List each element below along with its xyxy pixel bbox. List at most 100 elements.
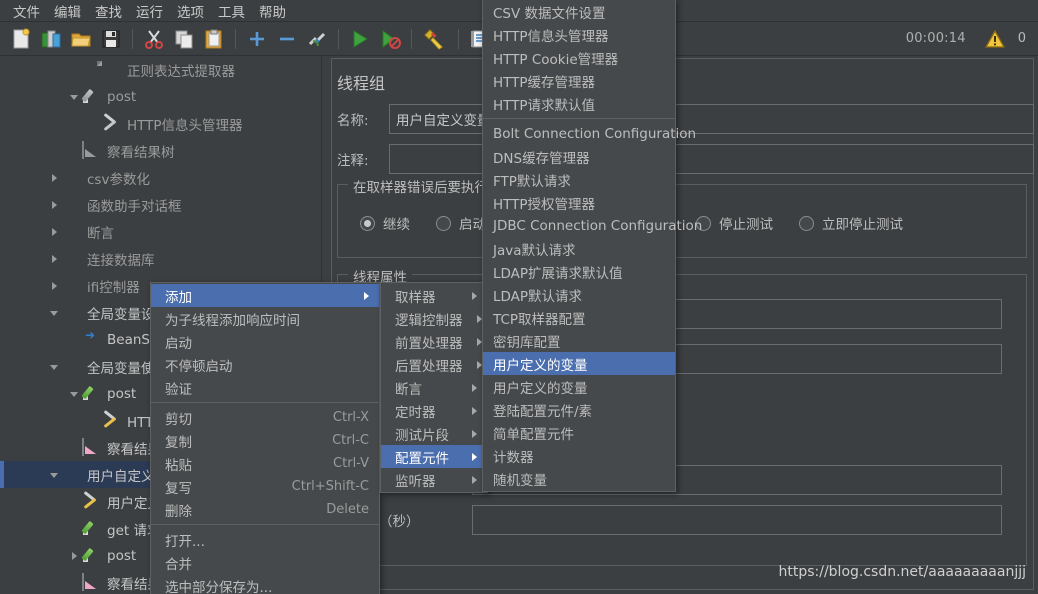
config-submenu-item-15[interactable]: 密钥库配置 [483,329,675,352]
paste-icon[interactable] [199,25,229,53]
config-submenu-item-2[interactable]: HTTP Cookie管理器 [483,46,675,69]
chevron-right-icon[interactable] [48,171,62,185]
context-menu-item-2[interactable]: 启动 [151,330,379,353]
config-submenu-item-21[interactable]: 随机变量 [483,467,675,490]
start-icon[interactable] [345,25,375,53]
chevron-down-icon[interactable] [48,360,62,374]
config-submenu-item-0[interactable]: CSV 数据文件设置 [483,0,675,23]
config-submenu-item-10[interactable]: JDBC Connection Configuration [483,214,702,237]
config-submenu-item-14[interactable]: TCP取样器配置 [483,306,675,329]
add-submenu-item-6[interactable]: 测试片段 [381,422,487,445]
warning-icon[interactable] [980,25,1010,53]
context-menu-item-13[interactable]: 合并 [151,551,379,574]
add-submenu-item-0[interactable]: 取样器 [381,284,487,307]
error-action-radio-0[interactable] [360,215,375,231]
context-menu-item-9[interactable]: 复写 Ctrl+Shift-C [151,475,379,498]
add-submenu-item-7[interactable]: 配置元件 [381,445,487,468]
start-no-pauses-icon[interactable] [375,25,405,53]
config-submenu-item-11[interactable]: Java默认请求 [483,237,675,260]
menubar-item-3[interactable]: 运行 [129,0,170,23]
context-menu-item-12[interactable]: 打开... [151,528,379,551]
context-menu-item-14[interactable]: 选中部分保存为... [151,574,379,594]
clear-icon[interactable] [418,25,452,53]
add-submenu-item-8[interactable]: 监听器 [381,468,487,491]
delay-input[interactable] [472,505,1002,535]
error-action-radio-1[interactable] [436,215,451,231]
tree-item-2[interactable]: HTTP信息头管理器 [0,110,321,137]
tree-item-label: 察看结果树 [107,144,175,161]
tree-item-3[interactable]: 察看结果树 [0,137,321,164]
context-menu-item-10[interactable]: 删除 Delete [151,498,379,521]
tree-item-1[interactable]: post [0,83,321,110]
tree-item-label: post [107,385,137,402]
context-menu-item-7[interactable]: 复制 Ctrl-C [151,429,379,452]
menubar-item-6[interactable]: 帮助 [252,0,293,23]
config-element-submenu[interactable]: CSV 数据文件设置 HTTP信息头管理器 HTTP Cookie管理器 HTTP缓存… [482,0,702,492]
menubar-item-5[interactable]: 工具 [211,0,252,23]
config-submenu-item-19[interactable]: 简单配置元件 [483,421,675,444]
config-submenu-item-6[interactable]: Bolt Connection Configuration [483,122,696,145]
config-submenu-item-4[interactable]: HTTP请求默认值 [483,92,675,115]
tree-item-4[interactable]: csv参数化 [0,164,321,191]
chevron-right-icon[interactable] [48,225,62,239]
context-menu[interactable]: 添加 为子线程添加响应时间 启动 不停顿启动 验证剪切 Ctrl-X 复制 Ctrl-C 粘贴 C… [150,282,380,594]
config-submenu-item-3[interactable]: HTTP缓存管理器 [483,69,675,92]
config-submenu-item-18[interactable]: 登陆配置元件/素 [483,398,675,421]
save-icon[interactable] [96,25,126,53]
new-icon[interactable] [6,25,36,53]
context-menu-item-3[interactable]: 不停顿启动 [151,353,379,376]
config-submenu-item-20[interactable]: 计数器 [483,444,675,467]
tree-item-7[interactable]: 连接数据库 [0,245,321,272]
context-menu-item-4[interactable]: 验证 [151,376,379,399]
chevron-right-icon[interactable] [48,198,62,212]
chevron-right-icon[interactable] [48,252,62,266]
cut-icon[interactable] [139,25,169,53]
beanshell-icon [82,331,102,349]
chevron-down-icon[interactable] [48,306,62,320]
add-submenu-item-5[interactable]: 定时器 [381,399,487,422]
config-submenu-item-label: HTTP信息头管理器 [493,28,609,45]
config-submenu-item-12[interactable]: LDAP扩展请求默认值 [483,260,675,283]
config-submenu-item-13[interactable]: LDAP默认请求 [483,283,675,306]
context-menu-item-8[interactable]: 粘贴 Ctrl-V [151,452,379,475]
chevron-right-icon[interactable] [48,279,62,293]
chevron-right-icon[interactable] [68,549,82,563]
config-submenu-item-16[interactable]: 用户定义的变量 [483,352,675,375]
tree-item-6[interactable]: 断言 [0,218,321,245]
menubar-item-4[interactable]: 选项 [170,0,211,23]
context-menu-item-1[interactable]: 为子线程添加响应时间 [151,307,379,330]
context-menu-item-accel: Delete [326,502,369,517]
config-submenu-item-7[interactable]: DNS缓存管理器 [483,145,675,168]
menubar-item-0[interactable]: 文件 [6,0,47,23]
add-submenu[interactable]: 取样器 逻辑控制器 前置处理器 后置处理器 断言 定时器 测试片段 配置元件 监听器 [380,282,488,493]
context-menu-item-label: 打开... [165,533,205,550]
tree-item-5[interactable]: 函数助手对话框 [0,191,321,218]
config-submenu-item-9[interactable]: HTTP授权管理器 [483,191,675,214]
wrench-icon [102,412,122,430]
tree-item-0[interactable]: 正则表达式提取器 [0,56,321,83]
expand-icon[interactable] [242,25,272,53]
add-submenu-item-4[interactable]: 断言 [381,376,487,399]
add-submenu-item-2[interactable]: 前置处理器 [381,330,487,353]
menubar-item-1[interactable]: 编辑 [47,0,88,23]
copy-icon[interactable] [169,25,199,53]
chevron-down-icon[interactable] [48,468,62,482]
toggle-icon[interactable] [302,25,332,53]
chevron-down-icon[interactable] [68,387,82,401]
config-submenu-item-1[interactable]: HTTP信息头管理器 [483,23,675,46]
config-submenu-item-label: 计数器 [493,449,534,466]
config-submenu-item-8[interactable]: FTP默认请求 [483,168,675,191]
config-submenu-item-17[interactable]: 用户定义的变量 [483,375,675,398]
context-menu-item-0[interactable]: 添加 [151,284,379,307]
menubar-item-2[interactable]: 查找 [88,0,129,23]
chevron-down-icon[interactable] [68,90,82,104]
chevron-right-icon [364,291,369,300]
context-menu-item-6[interactable]: 剪切 Ctrl-X [151,406,379,429]
open-icon[interactable] [66,25,96,53]
error-action-radio-4[interactable] [799,215,814,231]
add-submenu-item-3[interactable]: 后置处理器 [381,353,487,376]
collapse-icon[interactable] [272,25,302,53]
add-submenu-item-1[interactable]: 逻辑控制器 [381,307,487,330]
templates-icon[interactable] [36,25,66,53]
